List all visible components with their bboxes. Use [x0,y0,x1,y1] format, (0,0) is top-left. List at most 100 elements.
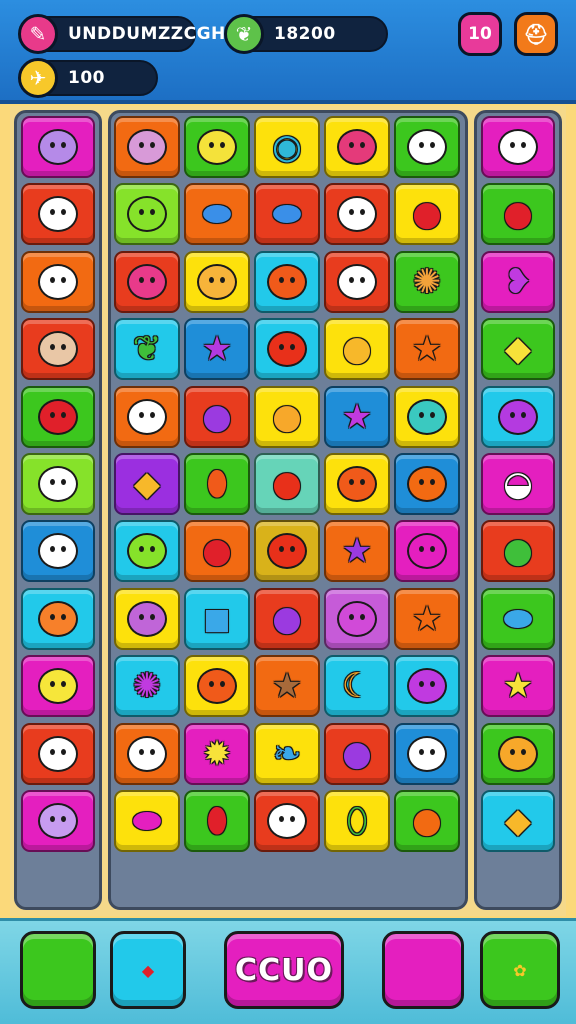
grid-tile[interactable]: ● [324,722,390,785]
booster-button-2[interactable]: ◆ [110,931,186,1009]
left-column-tile[interactable] [21,655,95,718]
right-column-tile[interactable]: ● [481,520,555,583]
booster-button-4[interactable]: ✿ [480,931,560,1009]
left-column-tile[interactable] [21,587,95,650]
left-column-tile[interactable] [21,453,95,515]
grid-tile[interactable]: ⬬ [254,183,320,246]
grid-tile[interactable]: ⬯ [324,790,390,852]
level-badge[interactable]: 10 [458,12,502,56]
left-column-tile[interactable] [21,250,95,313]
grid-tile[interactable] [324,250,390,313]
grid-tile[interactable] [114,587,180,650]
grid-tile[interactable]: ⬮ [184,790,250,852]
grid-tile[interactable]: ⬬ [114,790,180,852]
ghost-face-icon [498,398,538,435]
right-column-tile[interactable]: ❥ [481,250,555,313]
grid-tile[interactable] [184,655,250,718]
left-column-tile[interactable] [21,116,95,178]
coins-pill[interactable]: ✈ 100 [18,58,158,98]
pineapple-icon: ✹ [202,733,232,774]
tomato-icon: ● [272,464,302,504]
box-icon: ◼ [202,598,232,639]
right-column-tile[interactable]: ● [481,183,555,246]
grid-tile[interactable] [394,722,460,785]
grid-tile[interactable]: ● [254,385,320,448]
grid-tile[interactable] [114,250,180,313]
grid-tile[interactable]: ★ [254,655,320,718]
grid-tile[interactable]: ★ [394,318,460,381]
grid-tile[interactable]: ★ [324,385,390,448]
grid-tile[interactable] [184,116,250,178]
grid-tile[interactable]: ✺ [394,250,460,313]
left-column-tile[interactable] [21,722,95,785]
grid-tile[interactable]: ◆ [114,453,180,515]
grid-tile[interactable] [114,722,180,785]
bear-face-icon [38,263,78,300]
grid-tile[interactable] [254,790,320,852]
grid-tile[interactable]: ◉ [254,116,320,178]
grid-tile[interactable] [324,453,390,515]
player-name-pill[interactable]: ✎ UNDDUMZZCGH [18,14,225,54]
grid-tile[interactable]: ✺ [114,655,180,718]
bear-face-icon [267,803,307,839]
grid-tile[interactable] [394,116,460,178]
grid-tile[interactable]: ☾ [324,655,390,718]
grid-tile[interactable]: ● [184,385,250,448]
gem-icon: ◆ [133,464,161,504]
grid-tile[interactable] [184,250,250,313]
right-column-tile[interactable] [481,722,555,785]
ghost-face-icon [127,735,167,772]
grid-tile[interactable] [254,250,320,313]
grid-tile[interactable]: ● [394,183,460,246]
left-column-tile[interactable] [21,183,95,246]
ghost-face-icon [407,735,447,772]
grid-tile[interactable]: ● [184,520,250,583]
lemon-icon: ◆ [504,329,532,370]
right-column-tile[interactable]: ◆ [481,790,555,852]
grid-tile[interactable] [394,655,460,718]
right-column-tile[interactable] [481,116,555,178]
blob-face-icon [38,331,78,368]
grid-tile[interactable]: ● [324,318,390,381]
grid-tile[interactable]: ★ [394,587,460,650]
grid-tile[interactable]: ● [394,790,460,852]
grid-tile[interactable] [114,385,180,448]
left-column-tile[interactable] [21,318,95,381]
left-column-tile[interactable] [21,385,95,448]
grid-tile[interactable]: ◼ [184,587,250,650]
left-column-tile[interactable] [21,790,95,852]
grid-tile[interactable] [254,520,320,583]
grid-tile[interactable]: ★ [184,318,250,381]
combo-button[interactable]: CCUO [224,931,344,1009]
plum-icon: ● [202,396,232,437]
grid-tile[interactable] [394,453,460,515]
grid-tile[interactable] [114,520,180,583]
grid-tile[interactable]: ⬬ [184,183,250,246]
grid-tile[interactable]: ❧ [254,722,320,785]
grid-tile[interactable] [324,587,390,650]
grid-tile[interactable] [114,116,180,178]
grid-tile[interactable]: ★ [324,520,390,583]
grid-tile[interactable] [324,116,390,178]
right-column-tile[interactable]: ⬬ [481,587,555,650]
right-column-tile[interactable]: ◒ [481,453,555,515]
shell-icon: ◒ [503,464,533,504]
grid-tile[interactable] [394,385,460,448]
booster-button-3[interactable] [382,931,464,1009]
grid-tile[interactable] [114,183,180,246]
booster-button-1[interactable] [20,931,96,1009]
blob-face-icon [407,466,447,502]
grid-tile[interactable] [324,183,390,246]
grid-tile[interactable]: ✹ [184,722,250,785]
grid-tile[interactable]: ● [254,453,320,515]
right-column-tile[interactable] [481,385,555,448]
grid-tile[interactable]: ❦ [114,318,180,381]
left-column-tile[interactable] [21,520,95,583]
grid-tile[interactable]: ⬮ [184,453,250,515]
grid-tile[interactable] [254,318,320,381]
grid-tile[interactable] [394,520,460,583]
right-column-tile[interactable]: ◆ [481,318,555,381]
grid-tile[interactable]: ● [254,587,320,650]
right-column-tile[interactable]: ★ [481,655,555,718]
shop-button[interactable]: ⛑ [514,12,558,56]
